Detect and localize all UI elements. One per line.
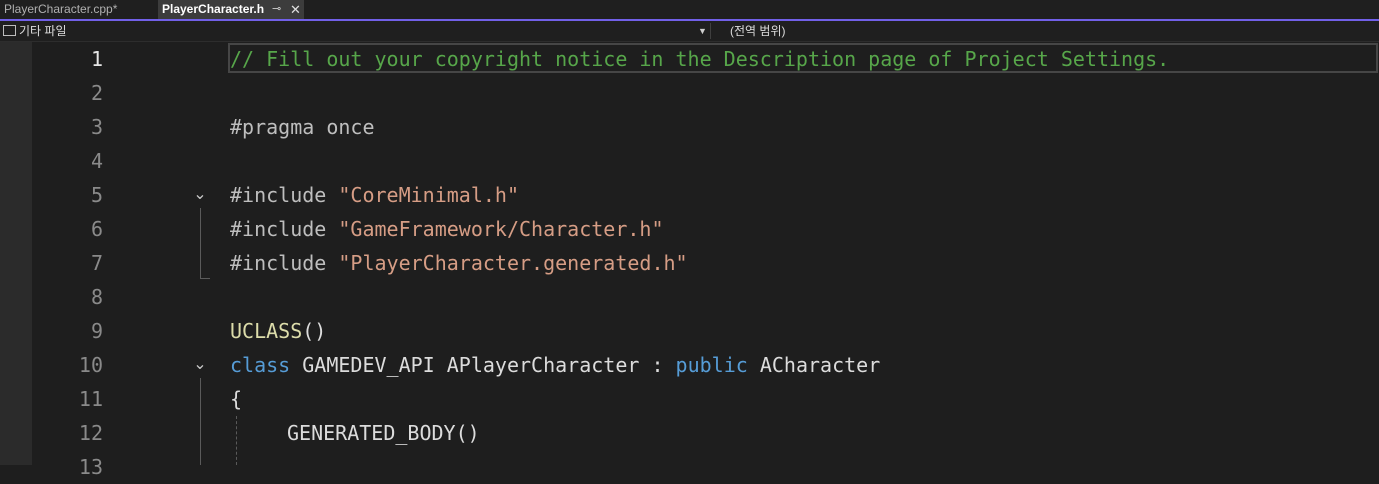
line-code: // Fill out your copyright notice in the… [230, 42, 1169, 76]
navbar-divider [710, 23, 711, 39]
line-code: { [230, 382, 242, 416]
code-line: 1 // Fill out your copyright notice in t… [32, 42, 1379, 76]
line-number: 5 [90, 183, 103, 207]
code-line: 8 [32, 280, 1379, 314]
line-code: GENERATED_BODY() [287, 416, 480, 450]
tab-playercharacter-cpp[interactable]: PlayerCharacter.cpp* [0, 0, 121, 19]
line-number: 1 [90, 47, 103, 71]
project-dropdown[interactable]: 기타 파일 [3, 21, 67, 41]
line-number: 2 [90, 81, 103, 105]
line-code: #include "GameFramework/Character.h" [230, 212, 663, 246]
line-number: 7 [90, 251, 103, 275]
brace-token: { [230, 387, 243, 411]
string-token: "CoreMinimal.h" [338, 183, 519, 207]
macro-token: UCLASS [230, 319, 303, 343]
document-tab-strip: PlayerCharacter.cpp* PlayerCharacter.h ⊸… [0, 0, 1379, 21]
fold-chevron-icon[interactable]: ⌄ [192, 348, 208, 382]
project-icon [3, 25, 16, 37]
preprocessor-token: #include [230, 183, 339, 207]
fold-chevron-icon[interactable]: ⌄ [192, 178, 208, 212]
code-line: 13 [32, 450, 1379, 484]
string-token: "PlayerCharacter.generated.h" [338, 251, 688, 275]
comment-token: // Fill out your copyright notice in the… [230, 47, 1170, 71]
preprocessor-token: #pragma once [230, 115, 375, 139]
string-token: "GameFramework/Character.h" [338, 217, 664, 241]
preprocessor-token: #include [230, 251, 339, 275]
line-code: class GAMEDEV_API APlayerCharacter : pub… [230, 348, 880, 382]
line-number: 13 [78, 455, 103, 479]
identifier-token: ACharacter [747, 353, 881, 377]
line-code: UCLASS() [230, 314, 326, 348]
macro-call-token: GENERATED_BODY() [287, 421, 480, 445]
line-number: 9 [90, 319, 103, 343]
tab-playercharacter-h[interactable]: PlayerCharacter.h ⊸ ✕ [158, 0, 304, 19]
code-line: 3 #pragma once [32, 110, 1379, 144]
navigation-bar: 기타 파일 ▼ (전역 범위) [0, 21, 1379, 42]
line-number: 4 [90, 149, 103, 173]
code-line: 6 #include "GameFramework/Character.h" [32, 212, 1379, 246]
line-number: 3 [90, 115, 103, 139]
line-number: 12 [78, 421, 103, 445]
pin-icon[interactable]: ⊸ [272, 0, 281, 19]
tab-label: PlayerCharacter.cpp* [4, 2, 118, 16]
tab-label: PlayerCharacter.h [162, 2, 265, 16]
code-line: 11 { [32, 382, 1379, 416]
chevron-down-icon[interactable]: ▼ [698, 21, 707, 41]
preprocessor-token: #include [230, 217, 339, 241]
line-code: #include "CoreMinimal.h" [230, 178, 519, 212]
keyword-token: class [230, 353, 291, 377]
code-line: 9 UCLASS() [32, 314, 1379, 348]
code-line: 2 [32, 76, 1379, 110]
punctuation-token: () [302, 319, 327, 343]
keyword-token: public [675, 353, 748, 377]
close-icon[interactable]: ✕ [290, 0, 301, 19]
scope-dropdown[interactable]: (전역 범위) [730, 21, 786, 41]
line-code: #pragma once [230, 110, 375, 144]
code-line: 12 GENERATED_BODY() [32, 416, 1379, 450]
line-number: 6 [90, 217, 103, 241]
code-line: 7 #include "PlayerCharacter.generated.h" [32, 246, 1379, 280]
code-line: 5 ⌄ #include "CoreMinimal.h" [32, 178, 1379, 212]
line-code: #include "PlayerCharacter.generated.h" [230, 246, 688, 280]
line-number: 10 [78, 353, 103, 377]
code-editor[interactable]: 1 // Fill out your copyright notice in t… [0, 42, 1379, 479]
code-line: 4 [32, 144, 1379, 178]
code-line: 10 ⌄ class GAMEDEV_API APlayerCharacter … [32, 348, 1379, 382]
line-number: 11 [78, 387, 103, 411]
selection-margin[interactable] [0, 42, 32, 465]
project-label: 기타 파일 [19, 24, 67, 38]
line-number: 8 [90, 285, 103, 309]
scope-label: (전역 범위) [730, 24, 786, 38]
identifier-token: GAMEDEV_API APlayerCharacter : [290, 353, 676, 377]
